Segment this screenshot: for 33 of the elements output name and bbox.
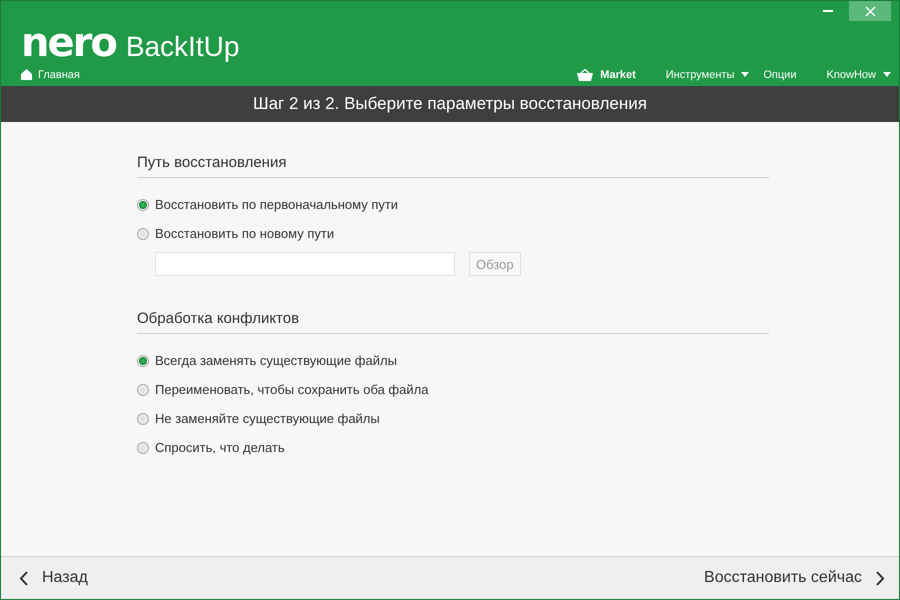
radio-icon[interactable]: [137, 442, 149, 454]
logo: nero: [21, 23, 116, 63]
radio-option[interactable]: Всегда заменять существующие файлы: [137, 346, 769, 375]
menu-dropdown[interactable]: KnowHow: [826, 68, 891, 80]
minimize-icon: [823, 10, 833, 12]
chevron-left-icon: [19, 570, 28, 586]
restore-button[interactable]: Восстановить сейчас: [704, 569, 885, 587]
chevron-right-icon: [876, 570, 885, 586]
radio-option[interactable]: Не заменяйте существующие файлы: [137, 404, 769, 433]
caret-icon: [741, 72, 750, 77]
radio-option[interactable]: Восстановить по новому пути: [137, 219, 769, 248]
caret-icon: [883, 72, 891, 77]
back-button[interactable]: Назад: [19, 569, 88, 587]
radio-icon[interactable]: [137, 228, 149, 240]
product-name: BackItUp: [126, 33, 240, 61]
menu-link[interactable]: Опции: [763, 68, 796, 80]
radio-icon[interactable]: [137, 198, 149, 210]
radio-icon[interactable]: [137, 384, 149, 396]
section-title: Обработка конфликтов: [137, 310, 769, 334]
menu-dropdown[interactable]: Инструменты: [666, 68, 750, 80]
section-title: Путь восстановления: [137, 154, 769, 178]
basket-icon: [577, 68, 594, 80]
radio-option[interactable]: Спросить, что делать: [137, 433, 769, 462]
close-button[interactable]: [849, 1, 891, 21]
home-link[interactable]: Главная: [21, 68, 80, 80]
market-link[interactable]: Market: [577, 68, 636, 80]
step-title: Шаг 2 из 2. Выберите параметры восстановления: [253, 94, 647, 114]
radio-icon[interactable]: [137, 412, 149, 424]
close-icon: [864, 6, 876, 16]
radio-option[interactable]: Переименовать, чтобы сохранить оба файла: [137, 375, 769, 404]
radio-option[interactable]: Восстановить по первоначальному пути: [137, 190, 769, 219]
home-icon: [21, 69, 32, 80]
radio-icon[interactable]: [137, 354, 149, 366]
